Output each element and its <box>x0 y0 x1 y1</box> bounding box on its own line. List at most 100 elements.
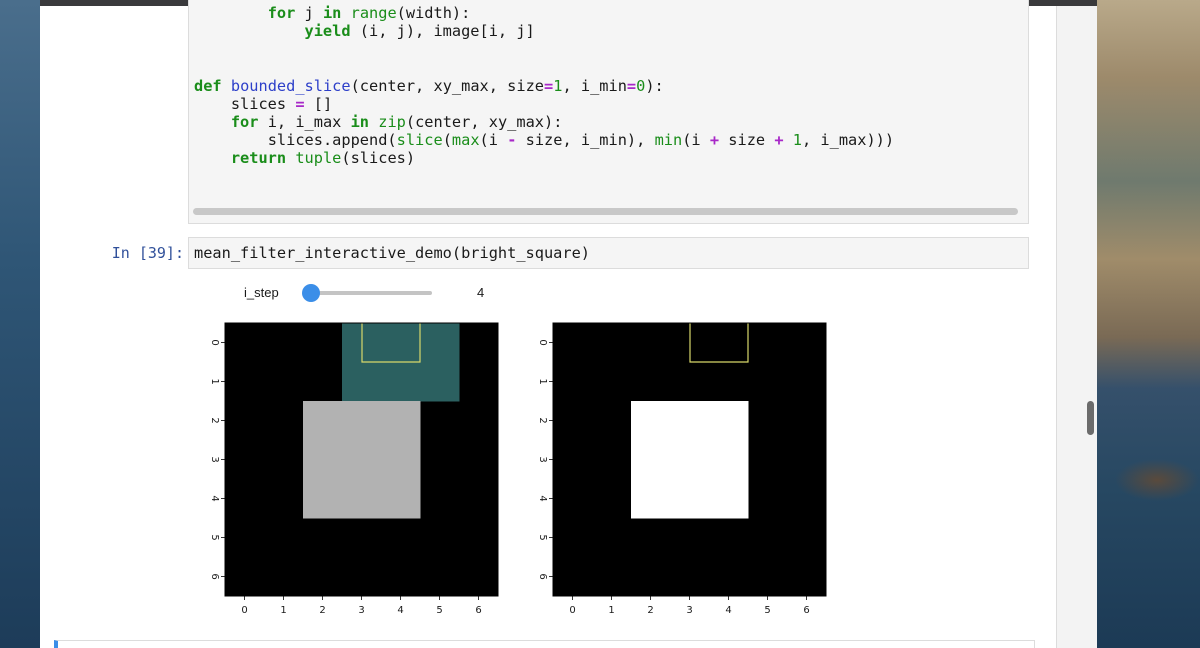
x-tick-label: 0 <box>241 605 247 616</box>
code-token: in <box>322 4 342 22</box>
code-token: 0 <box>636 77 646 95</box>
image-cell <box>420 362 460 402</box>
code-token: min <box>654 131 683 149</box>
code-token: tuple <box>295 149 342 167</box>
slider-label: i_step <box>244 285 279 300</box>
x-tick-label: 3 <box>686 605 692 616</box>
code-line: for j in range(width): <box>194 4 471 22</box>
x-tick-label: 0 <box>569 605 575 616</box>
slider-track[interactable] <box>305 291 432 295</box>
code-token: (slices) <box>341 149 416 167</box>
code-token: slice <box>396 131 443 149</box>
desktop-wallpaper-right <box>1097 0 1200 648</box>
code-cell-previous[interactable]: for j in range(width): yield (i, j), ima… <box>188 0 1029 224</box>
y-tick-label: 4 <box>537 495 548 501</box>
next-cell[interactable] <box>54 640 1035 648</box>
y-tick-label: 6 <box>537 573 548 579</box>
vertical-scrollbar-thumb[interactable] <box>1087 401 1094 435</box>
x-tick-label: 2 <box>319 605 325 616</box>
image-cell <box>670 440 710 480</box>
code-token: yield <box>304 22 351 40</box>
image-cell <box>342 401 382 441</box>
image-cell <box>342 479 382 519</box>
x-tick-label: 5 <box>764 605 770 616</box>
x-tick-label: 4 <box>397 605 403 616</box>
filtered-image-plot: 0 1 2 3 4 5 6 0 1 2 3 4 5 6 <box>537 322 827 616</box>
image-cell <box>670 401 710 441</box>
code-token: 1 <box>792 131 802 149</box>
x-tick-label: 6 <box>475 605 481 616</box>
image-cell <box>381 479 421 519</box>
horizontal-scrollbar[interactable] <box>193 208 1018 215</box>
vertical-scrollbar-track[interactable] <box>1056 6 1097 648</box>
code-token: [] <box>304 95 333 113</box>
code-token: bounded_slice <box>230 77 351 95</box>
input-prompt: In [39]: <box>111 244 184 262</box>
slider-handle[interactable] <box>302 284 320 302</box>
code-token: = <box>544 77 554 95</box>
code-line: for i, i_max in zip(center, xy_max): <box>194 113 563 131</box>
y-tick-label: 5 <box>209 534 220 540</box>
image-cell <box>381 323 421 363</box>
image-cell <box>381 401 421 441</box>
code-token: j <box>295 4 323 22</box>
y-tick-label: 2 <box>209 417 220 423</box>
code-token: slices <box>230 95 296 113</box>
code-line: slices.append(slice(max(i - size, i_min)… <box>194 131 894 149</box>
image-cell <box>303 479 343 519</box>
code-token: ( <box>442 131 452 149</box>
code-token: (i, j), image[i, j] <box>350 22 535 40</box>
code-cell-input[interactable]: mean_filter_interactive_demo(bright_squa… <box>188 237 1029 269</box>
y-tick-label: 0 <box>537 339 548 345</box>
x-tick-label: 5 <box>436 605 442 616</box>
image-cell <box>709 401 749 441</box>
code-token: in <box>350 113 370 131</box>
y-tick-label: 6 <box>209 573 220 579</box>
image-cell <box>631 401 671 441</box>
code-token: , i_max))) <box>801 131 895 149</box>
code-token: = <box>626 77 637 95</box>
code-token: (i <box>682 131 710 149</box>
code-token: range <box>350 4 397 22</box>
y-tick-label: 2 <box>537 417 548 423</box>
code-token: = <box>295 95 305 113</box>
code-token: zip <box>378 113 406 131</box>
code-token: (width): <box>396 4 471 22</box>
code-line: slices = [] <box>194 95 332 113</box>
code-line: def bounded_slice(center, xy_max, size=1… <box>194 77 664 95</box>
x-tick-label: 6 <box>803 605 809 616</box>
x-tick-label: 3 <box>358 605 364 616</box>
x-tick-label: 4 <box>725 605 731 616</box>
code-token: + <box>709 131 720 149</box>
code-line: return tuple(slices) <box>194 149 415 167</box>
code-token: (center, xy_max): <box>405 113 563 131</box>
x-tick-label: 1 <box>608 605 614 616</box>
code-token: (i <box>479 131 508 149</box>
code-token: slices.append( <box>267 131 397 149</box>
desktop-wallpaper-left <box>0 0 40 648</box>
code-token: (center, xy_max, size <box>350 77 544 95</box>
image-cell <box>381 362 421 402</box>
y-tick-label: 4 <box>209 495 220 501</box>
slider-value: 4 <box>477 285 485 300</box>
code-token: return <box>230 149 287 167</box>
code-line: yield (i, j), image[i, j] <box>194 22 535 40</box>
image-cell <box>709 479 749 519</box>
code-token: size, i_min), <box>516 131 655 149</box>
image-cell <box>342 362 382 402</box>
image-cell <box>342 440 382 480</box>
x-tick-label: 1 <box>280 605 286 616</box>
image-cell <box>303 401 343 441</box>
image-cell <box>420 323 460 363</box>
code-token: max <box>451 131 480 149</box>
code-token: for <box>267 4 296 22</box>
image-cell <box>631 440 671 480</box>
image-cell <box>631 479 671 519</box>
code-token: i, i_max <box>258 113 351 131</box>
y-tick-label: 3 <box>537 456 548 462</box>
